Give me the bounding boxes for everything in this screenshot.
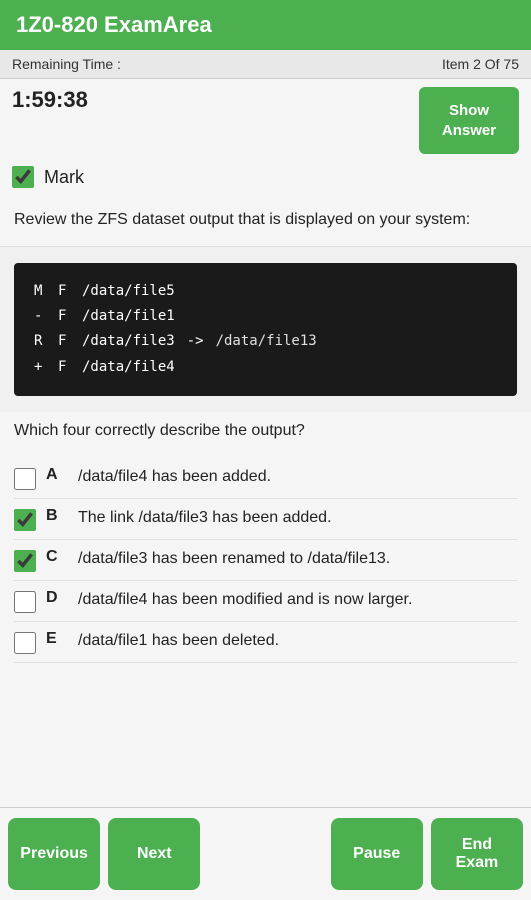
previous-button[interactable]: Previous <box>8 818 100 890</box>
dataset-row: RF/data/file3->/data/file13 <box>34 329 497 354</box>
next-button[interactable]: Next <box>108 818 200 890</box>
dataset-row: MF/data/file5 <box>34 279 497 304</box>
dataset-row: -F/data/file1 <box>34 304 497 329</box>
option-text-c: /data/file3 has been renamed to /data/fi… <box>78 548 390 570</box>
which-text: Which four correctly describe the output… <box>0 412 531 454</box>
option-letter-b: B <box>46 507 68 525</box>
mark-label: Mark <box>44 167 84 188</box>
timer-display: 1:59:38 <box>12 87 88 113</box>
option-checkbox-a[interactable] <box>14 468 36 490</box>
option-letter-e: E <box>46 630 68 648</box>
option-letter-c: C <box>46 548 68 566</box>
option-row: C/data/file3 has been renamed to /data/f… <box>14 540 517 581</box>
option-text-a: /data/file4 has been added. <box>78 466 271 488</box>
option-text-d: /data/file4 has been modified and is now… <box>78 589 412 611</box>
timer-row: 1:59:38 Show Answer <box>0 79 531 162</box>
app-header: 1Z0-820 ExamArea <box>0 0 531 50</box>
option-row: B The link /data/file3 has been added. <box>14 499 517 540</box>
option-row: A/data/file4 has been added. <box>14 458 517 499</box>
option-checkbox-e[interactable] <box>14 632 36 654</box>
mark-checkbox[interactable] <box>12 166 34 188</box>
top-bar: Remaining Time : Item 2 Of 75 <box>0 50 531 79</box>
item-label: Item 2 Of 75 <box>442 56 519 72</box>
option-checkbox-c[interactable] <box>14 550 36 572</box>
option-checkbox-d[interactable] <box>14 591 36 613</box>
remaining-label: Remaining Time : <box>12 56 121 72</box>
question-text: Review the ZFS dataset output that is di… <box>0 198 531 247</box>
dataset-display: MF/data/file5-F/data/file1RF/data/file3-… <box>14 263 517 396</box>
app-title: 1Z0-820 ExamArea <box>16 12 212 37</box>
option-text-b: The link /data/file3 has been added. <box>78 507 332 529</box>
end-exam-button[interactable]: End Exam <box>431 818 523 890</box>
option-letter-d: D <box>46 589 68 607</box>
option-checkbox-b[interactable] <box>14 509 36 531</box>
pause-button[interactable]: Pause <box>331 818 423 890</box>
option-letter-a: A <box>46 466 68 484</box>
dataset-row: +F/data/file4 <box>34 355 497 380</box>
show-answer-button[interactable]: Show Answer <box>419 87 519 154</box>
option-text-e: /data/file1 has been deleted. <box>78 630 279 652</box>
option-row: D/data/file4 has been modified and is no… <box>14 581 517 622</box>
mark-row: Mark <box>0 162 531 198</box>
options-container: A/data/file4 has been added. B The link /d… <box>0 454 531 807</box>
option-row: E/data/file1 has been deleted. <box>14 622 517 663</box>
bottom-nav: Previous Next Pause End Exam <box>0 807 531 900</box>
